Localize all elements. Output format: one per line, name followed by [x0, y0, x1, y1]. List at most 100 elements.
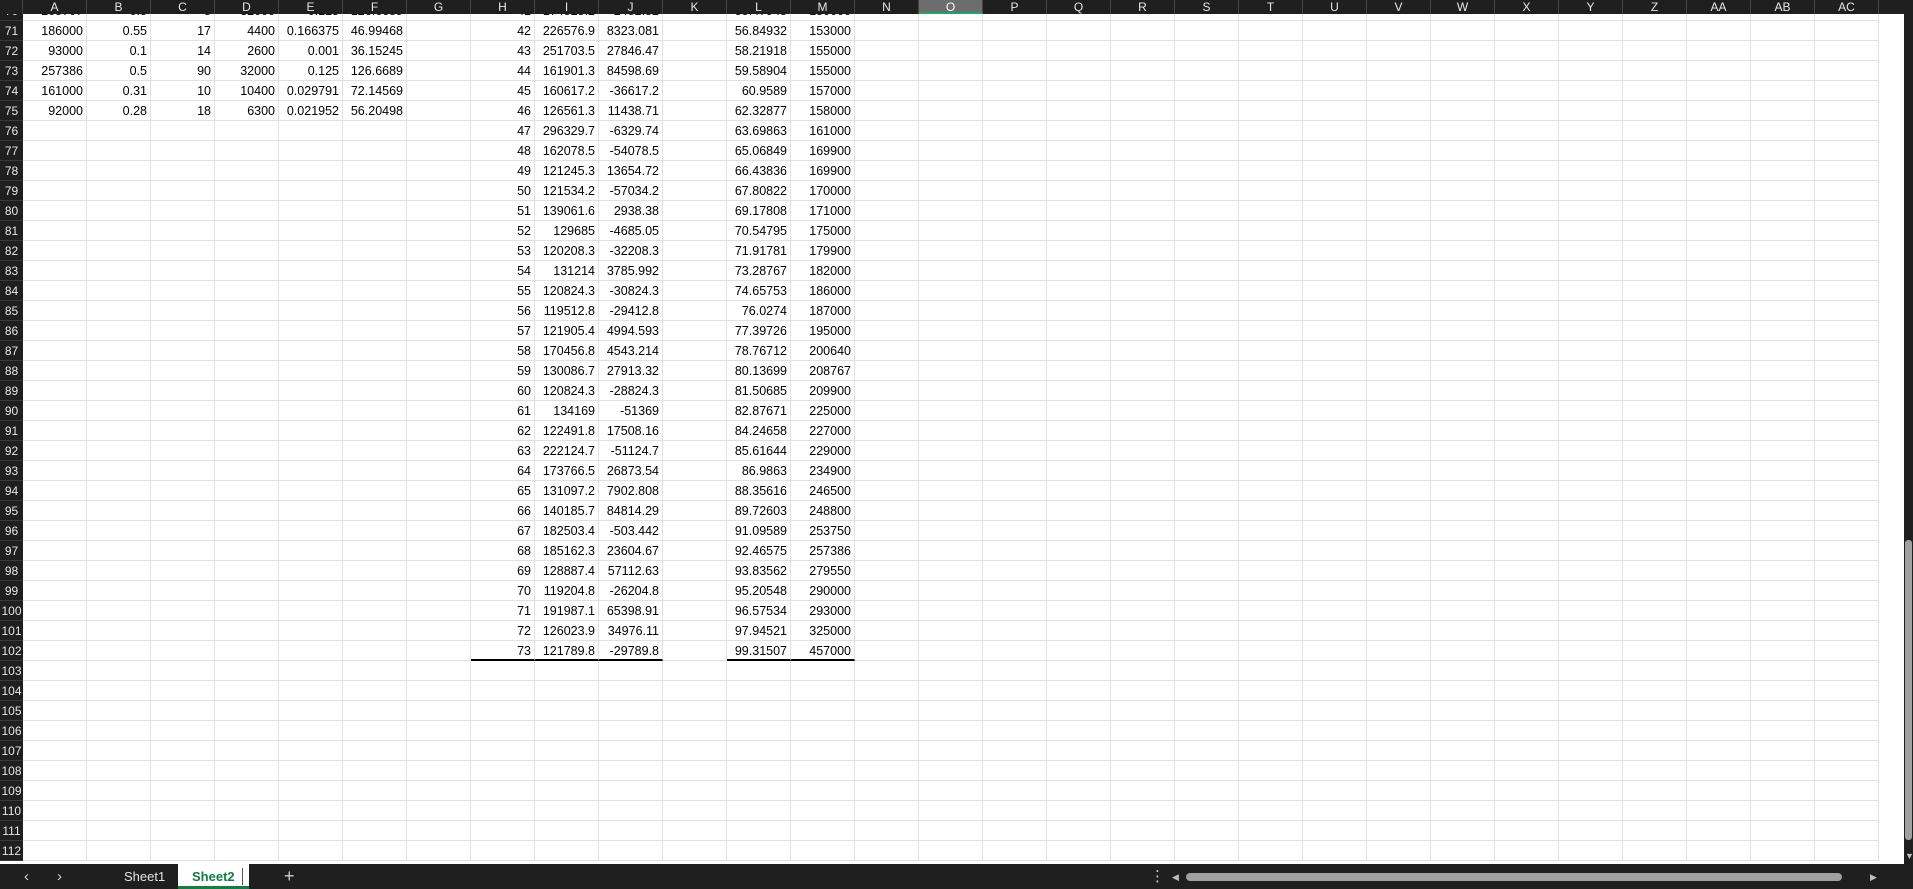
cell-m[interactable]: 325000 [791, 621, 855, 641]
cell-k[interactable] [663, 761, 727, 781]
cell-s[interactable] [1175, 461, 1239, 481]
cell-v[interactable] [1367, 141, 1431, 161]
cell-l[interactable]: 71.91781 [727, 241, 791, 261]
cell-aa[interactable] [1687, 661, 1751, 681]
cell-k[interactable] [663, 301, 727, 321]
cell-c[interactable] [151, 461, 215, 481]
cell-ab[interactable] [1751, 281, 1815, 301]
column-header-c[interactable]: C [151, 0, 215, 14]
cell-aa[interactable] [1687, 841, 1751, 861]
cell-a[interactable]: 93000 [23, 41, 87, 61]
cell-q[interactable] [1047, 441, 1111, 461]
cell-l[interactable] [727, 821, 791, 841]
cell-x[interactable] [1495, 621, 1559, 641]
cell-ac[interactable] [1815, 14, 1879, 21]
cell-l[interactable]: 95.20548 [727, 581, 791, 601]
cell-r[interactable] [1111, 241, 1175, 261]
cell-r[interactable] [1111, 361, 1175, 381]
cell-k[interactable] [663, 401, 727, 421]
cell-m[interactable]: 155000 [791, 61, 855, 81]
cell-ac[interactable] [1815, 781, 1879, 801]
cell-v[interactable] [1367, 241, 1431, 261]
cell-o[interactable] [919, 281, 983, 301]
cell-j[interactable]: -26204.8 [599, 581, 663, 601]
cell-z[interactable] [1623, 14, 1687, 21]
cell-x[interactable] [1495, 681, 1559, 701]
cell-i[interactable]: 191987.1 [535, 601, 599, 621]
cell-p[interactable] [983, 841, 1047, 861]
cell-aa[interactable] [1687, 521, 1751, 541]
cell-z[interactable] [1623, 201, 1687, 221]
cell-m[interactable]: 229000 [791, 441, 855, 461]
cell-ac[interactable] [1815, 21, 1879, 41]
cell-h[interactable]: 72 [471, 621, 535, 641]
cell-k[interactable] [663, 521, 727, 541]
cell-l[interactable] [727, 721, 791, 741]
cell-z[interactable] [1623, 661, 1687, 681]
cell-s[interactable] [1175, 241, 1239, 261]
cell-n[interactable] [855, 661, 919, 681]
cell-w[interactable] [1431, 341, 1495, 361]
cell-t[interactable] [1239, 81, 1303, 101]
cell-s[interactable] [1175, 561, 1239, 581]
cell-ac[interactable] [1815, 201, 1879, 221]
cell-w[interactable] [1431, 601, 1495, 621]
cell-ac[interactable] [1815, 801, 1879, 821]
cell-w[interactable] [1431, 801, 1495, 821]
column-header-t[interactable]: T [1239, 0, 1303, 14]
cell-k[interactable] [663, 81, 727, 101]
cell-k[interactable] [663, 701, 727, 721]
cell-w[interactable] [1431, 101, 1495, 121]
cell-ac[interactable] [1815, 481, 1879, 501]
cell-x[interactable] [1495, 521, 1559, 541]
cell-j[interactable]: 2938.38 [599, 201, 663, 221]
cell-f[interactable] [343, 361, 407, 381]
cell-ab[interactable] [1751, 81, 1815, 101]
cell-d[interactable] [215, 261, 279, 281]
cell-s[interactable] [1175, 421, 1239, 441]
cell-h[interactable]: 51 [471, 201, 535, 221]
cell-p[interactable] [983, 221, 1047, 241]
cell-h[interactable]: 67 [471, 521, 535, 541]
cell-o[interactable] [919, 521, 983, 541]
cell-g[interactable] [407, 201, 471, 221]
cell-y[interactable] [1559, 781, 1623, 801]
cell-p[interactable] [983, 201, 1047, 221]
row-header[interactable]: 87 [0, 341, 23, 361]
cell-y[interactable] [1559, 341, 1623, 361]
cell-v[interactable] [1367, 521, 1431, 541]
cell-k[interactable] [663, 441, 727, 461]
cell-c[interactable] [151, 161, 215, 181]
cell-b[interactable]: 0.1 [87, 41, 151, 61]
cell-k[interactable] [663, 361, 727, 381]
cell-ac[interactable] [1815, 621, 1879, 641]
cell-i[interactable]: 121789.8 [535, 641, 599, 661]
cell-j[interactable]: -36617.2 [599, 81, 663, 101]
cell-p[interactable] [983, 161, 1047, 181]
cell-x[interactable] [1495, 801, 1559, 821]
cell-f[interactable] [343, 581, 407, 601]
cell-l[interactable]: 77.39726 [727, 321, 791, 341]
cell-v[interactable] [1367, 681, 1431, 701]
cell-o[interactable] [919, 14, 983, 21]
cell-w[interactable] [1431, 641, 1495, 661]
cell-w[interactable] [1431, 301, 1495, 321]
cell-b[interactable] [87, 781, 151, 801]
cell-m[interactable]: 234900 [791, 461, 855, 481]
cell-y[interactable] [1559, 161, 1623, 181]
cell-w[interactable] [1431, 421, 1495, 441]
cell-g[interactable] [407, 121, 471, 141]
cell-g[interactable] [407, 701, 471, 721]
column-header-w[interactable]: W [1431, 0, 1495, 14]
cell-ac[interactable] [1815, 741, 1879, 761]
cell-k[interactable] [663, 381, 727, 401]
cell-i[interactable]: 139061.6 [535, 201, 599, 221]
cell-l[interactable]: 76.0274 [727, 301, 791, 321]
cell-aa[interactable] [1687, 381, 1751, 401]
cell-j[interactable]: -51124.7 [599, 441, 663, 461]
cell-h[interactable]: 58 [471, 341, 535, 361]
row-header[interactable]: 96 [0, 521, 23, 541]
cell-q[interactable] [1047, 641, 1111, 661]
cell-a[interactable] [23, 761, 87, 781]
column-header-f[interactable]: F [343, 0, 407, 14]
